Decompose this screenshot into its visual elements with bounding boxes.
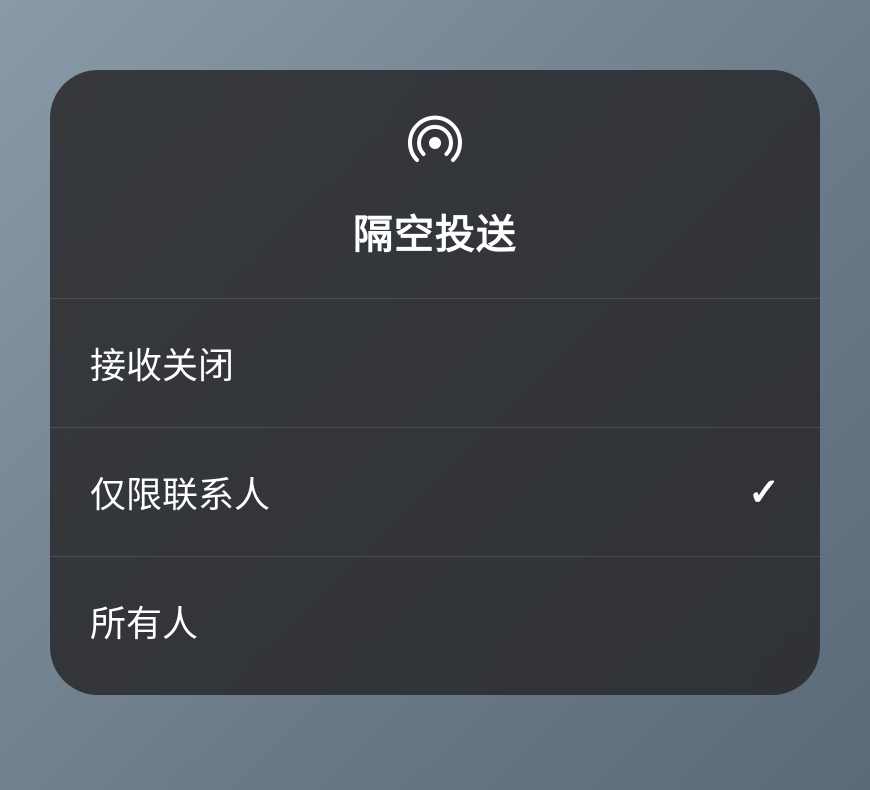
panel-title: 隔空投送 (353, 202, 517, 260)
options-list: 接收关闭 ✓ 仅限联系人 ✓ 所有人 ✓ (50, 299, 820, 695)
option-label: 所有人 (90, 595, 198, 647)
option-contacts-only[interactable]: 仅限联系人 ✓ (50, 428, 820, 557)
option-receiving-off[interactable]: 接收关闭 ✓ (50, 299, 820, 428)
option-label: 仅限联系人 (90, 466, 270, 518)
option-everyone[interactable]: 所有人 ✓ (50, 557, 820, 695)
checkmark-icon: ✓ (748, 470, 780, 515)
option-label: 接收关闭 (90, 337, 234, 389)
airdrop-settings-panel: 隔空投送 接收关闭 ✓ 仅限联系人 ✓ 所有人 ✓ (50, 70, 820, 695)
airdrop-icon (406, 114, 464, 172)
panel-header: 隔空投送 (50, 70, 820, 299)
